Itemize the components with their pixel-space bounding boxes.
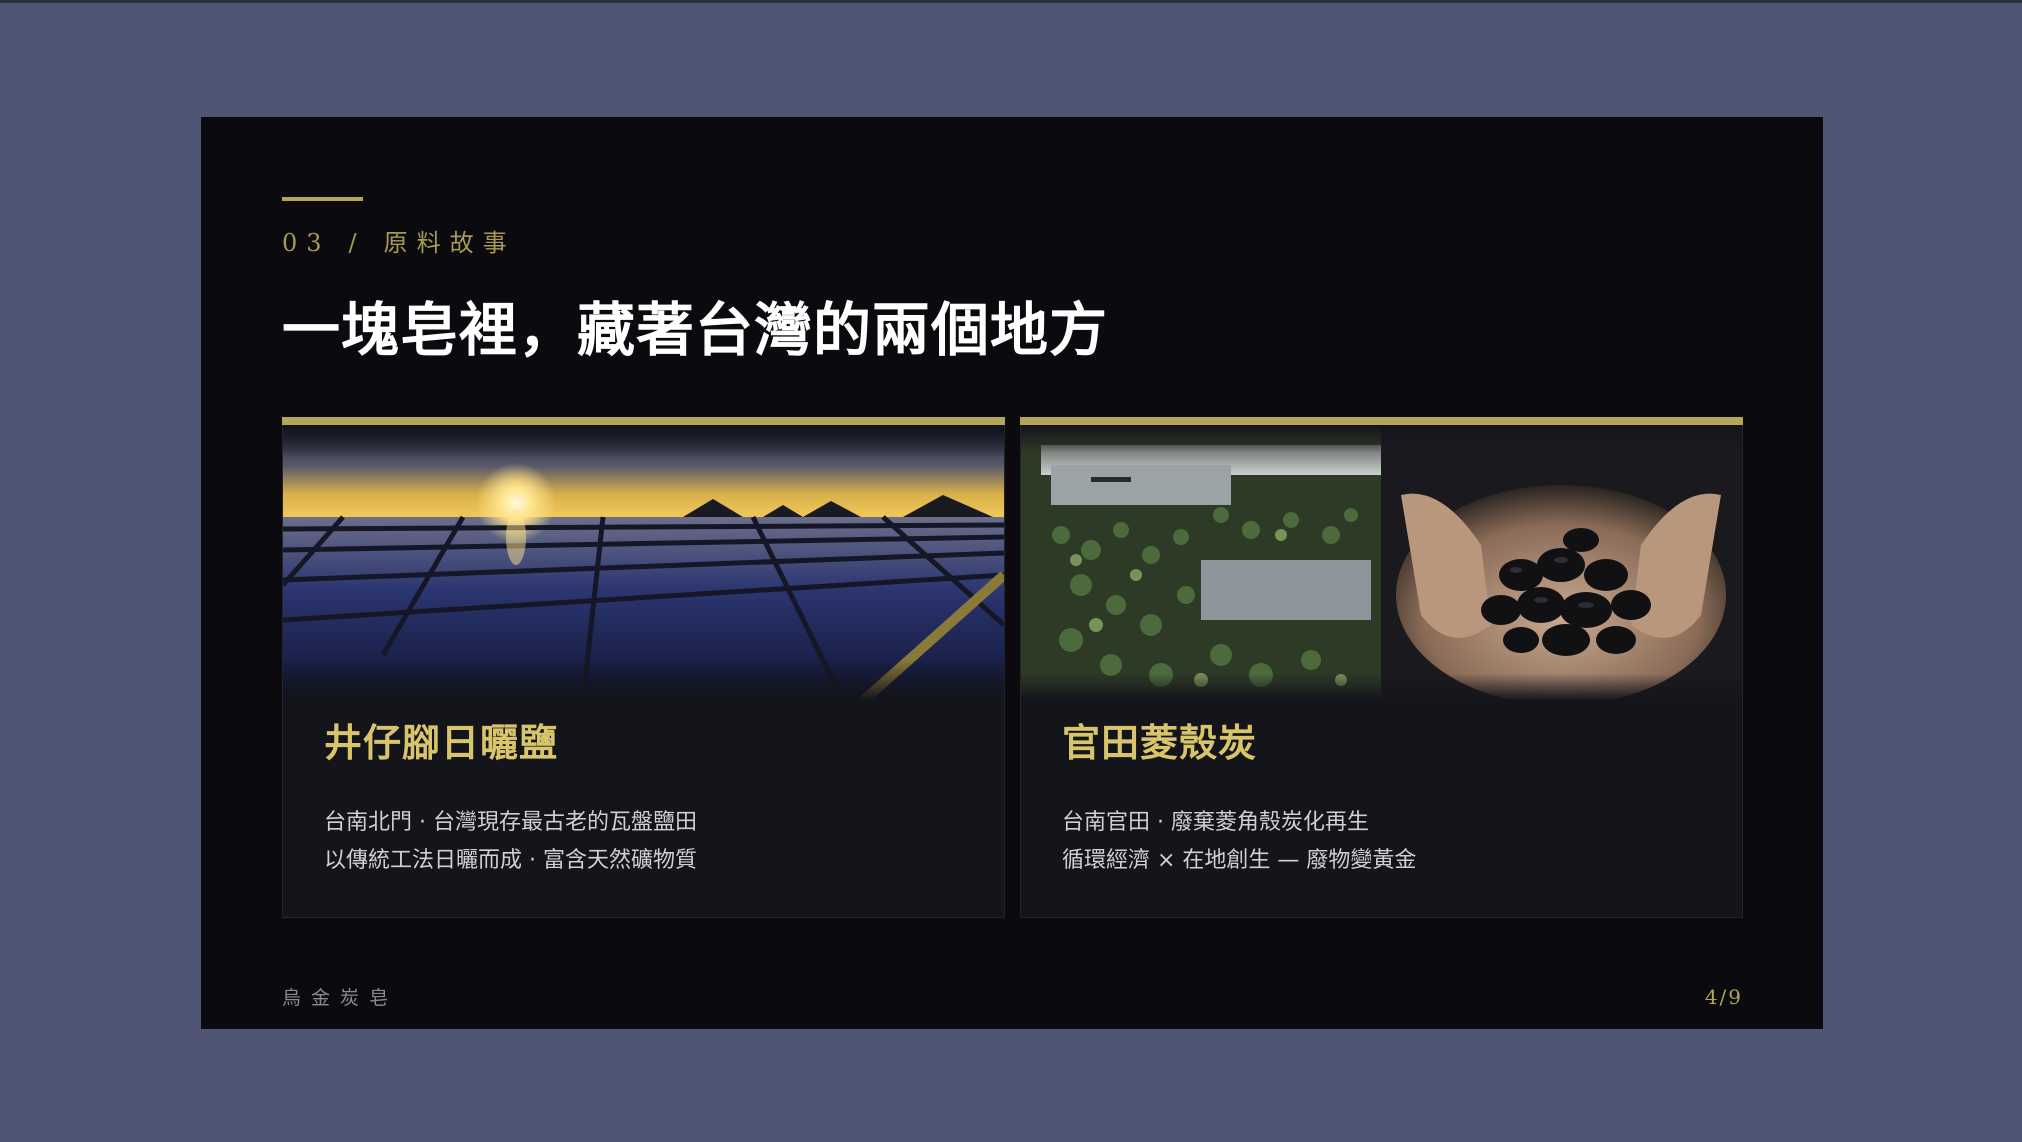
section-kicker: 03 / 原料故事 bbox=[282, 223, 516, 258]
page-indicator: 4/9 bbox=[1704, 985, 1743, 1009]
brand-name: 烏金炭皂 bbox=[282, 987, 399, 1009]
card-description-line: 循環經濟 × 在地創生 — 廢物變黃金 bbox=[1062, 848, 1417, 873]
card-description-line: 台南北門 · 台灣現存最古老的瓦盤鹽田 bbox=[324, 810, 697, 835]
slide: 03 / 原料故事 一塊皂裡，藏著台灣的兩個地方 井仔腳日曬鹽 台南北門 · 台灣現… bbox=[201, 117, 1823, 1029]
card-description-line: 台南官田 · 廢棄菱角殼炭化再生 bbox=[1062, 810, 1369, 835]
accent-line bbox=[282, 197, 363, 201]
card-accent-bar bbox=[1020, 417, 1743, 425]
section-label: 原料故事 bbox=[383, 229, 516, 257]
card-salt: 井仔腳日曬鹽 台南北門 · 台灣現存最古老的瓦盤鹽田 以傳統工法日曬而成 · 富… bbox=[282, 417, 1005, 918]
card-description-line: 以傳統工法日曬而成 · 富含天然礦物質 bbox=[324, 848, 697, 873]
card-title: 官田菱殼炭 bbox=[1062, 721, 1258, 765]
salt-field-sunset-image bbox=[283, 425, 1004, 701]
card-accent-bar bbox=[282, 417, 1005, 425]
section-number: 03 bbox=[282, 229, 331, 257]
card-charcoal: 官田菱殼炭 台南官田 · 廢棄菱角殼炭化再生 循環經濟 × 在地創生 — 廢物變… bbox=[1020, 417, 1743, 918]
water-caltrop-and-charcoal-image bbox=[1021, 425, 1742, 701]
section-separator: / bbox=[348, 229, 366, 257]
card-title: 井仔腳日曬鹽 bbox=[324, 721, 559, 765]
top-border bbox=[0, 0, 2022, 3]
slide-title: 一塊皂裡，藏著台灣的兩個地方 bbox=[282, 296, 1109, 364]
